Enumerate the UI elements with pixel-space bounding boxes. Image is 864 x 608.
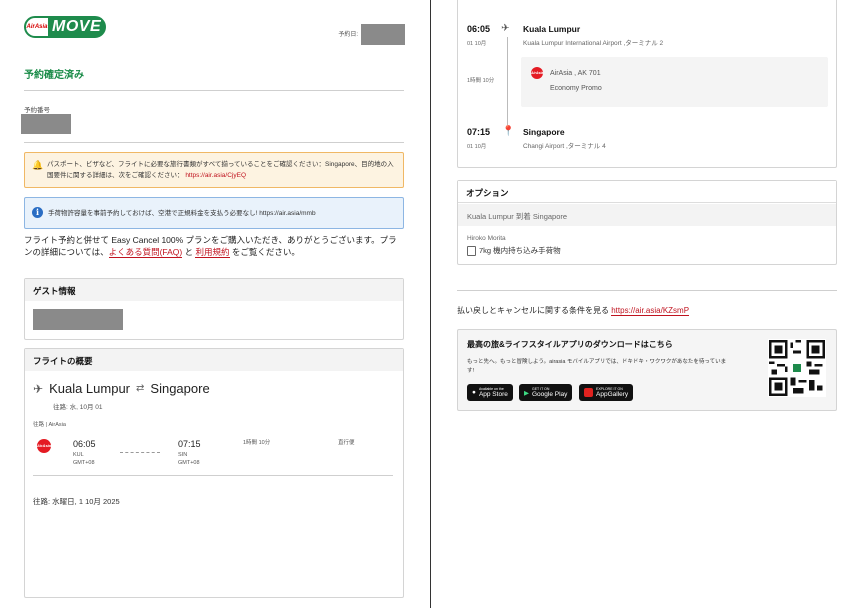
arrival-city: Singapore [523,127,565,137]
segment-duration: 1時間 10分 [467,78,495,84]
redacted-booking-date [361,24,405,45]
options-card: オプション Kuala Lumpur 到着 Singapore Hiroko M… [457,180,837,265]
right-page: 06:05 01 10月 ✈ Kuala Lumpur Kuala Lumpur… [457,0,837,608]
redacted-guest-name [33,309,123,330]
logo-move-text: MOVE [52,18,102,35]
info-text: 手荷物許容量を事前予約しておけば、空港で正規料金を支払う必要なし! https:… [48,210,316,217]
plane-icon: ✈ [33,381,44,396]
huawei-icon [584,388,593,397]
google-play-button[interactable]: ▶ GET IT ON Google Play [519,384,573,401]
location-pin-icon: 📍 [502,126,515,137]
arrival-date: 01 10月 [467,144,487,150]
arrival-airport: Changi Airport ,ターミナル 4 [523,143,606,150]
departure-time: 06:05 [73,439,96,449]
divider [24,142,404,143]
swap-arrows-icon: ⇄ [136,383,145,394]
easy-cancel-paragraph: フライト予約と併せて Easy Cancel 100% プランをご購入いただき、… [24,235,397,258]
travel-documents-warning: 🔔 パスポート、ビザなど、フライトに必要な旅行書類がすべて揃っていることをご確認… [24,152,404,188]
options-title: オプション [458,181,836,203]
departure-timezone: GMT+08 [73,460,95,466]
info-icon: i [32,207,43,218]
app-store-button[interactable]: ● Available on the App Store [467,384,513,401]
departure-time: 06:05 [467,24,491,34]
flight-duration: 1時間 10分 [243,440,271,446]
bell-icon: 🔔 [32,160,44,170]
google-play-icon: ▶ [524,389,529,397]
departure-city: Kuala Lumpur [523,24,581,34]
baggage-item: 7kg 機内持ち込み手荷物 [479,246,561,255]
apple-icon: ● [472,389,476,396]
arrival-time: 07:15 [467,127,491,137]
baggage-icon [467,245,476,256]
destination-city: Singapore [150,381,210,396]
app-qr-code [768,339,826,397]
faq-link[interactable]: よくある質問(FAQ) [108,247,183,258]
departure-airport: Kuala Lumpur International Airport ,ターミナ… [523,40,664,47]
entry-requirements-link[interactable]: https://air.asia/CjyEQ [185,172,246,179]
outbound-airline-label: 往路 | AirAsia [33,422,66,428]
options-route: Kuala Lumpur 到着 Singapore [458,204,836,226]
timeline-line [507,37,508,125]
app-download-description: もっと先へ。もっと冒険しよう。airasia モバイルアプリでは、ドキドキ・ワク… [467,359,727,374]
airasia-icon: AirAsia [531,67,543,79]
arrival-timezone: GMT+08 [178,460,200,466]
flight-summary-card: フライトの概要 ✈ Kuala Lumpur ⇄ Singapore 往路: 水… [24,348,404,598]
airasia-icon: AirAsia [37,439,51,453]
flight-number: AirAsia , AK 701 [550,70,601,77]
plane-icon: ✈ [501,23,510,34]
booking-confirmed-title: 予約確定済み [24,70,84,81]
logo-airasia-mark: AirAsia [26,18,48,36]
app-gallery-button[interactable]: EXPLORE IT ON AppGallery [579,384,634,401]
redacted-booking-number [21,114,71,134]
flight-summary-title: フライトの概要 [25,349,403,371]
refund-conditions: 払い戻しとキャンセルに関する条件を見る https://air.asia/KZs… [457,306,690,316]
baggage-info-notice: i 手荷物許容量を事前予約しておけば、空港で正規料金を支払う必要なし! http… [24,197,404,229]
passenger-name: Hiroko Morita [467,235,506,242]
booking-number-label: 予約番号 [24,107,50,114]
guest-info-card: ゲスト情報 [24,278,404,340]
divider [457,290,837,291]
page-divider [430,0,431,608]
origin-city: Kuala Lumpur [49,381,131,396]
departure-date: 01 10月 [467,41,487,47]
itinerary-card: 06:05 01 10月 ✈ Kuala Lumpur Kuala Lumpur… [457,0,837,168]
arrival-code: SIN [178,452,188,458]
outbound-date: 往路: 水, 10月 01 [53,404,103,411]
left-page: AirAsia MOVE 予約日: 予約確定済み 予約番号 🔔 パスポート、ビザ… [21,0,405,608]
divider [33,475,393,476]
fare-class: Economy Promo [550,85,602,92]
app-download-card: 最高の旅&ライフスタイルアプリのダウンロードはこちら もっと先へ。もっと冒険しよ… [457,329,837,411]
flight-segment-box: AirAsia AirAsia , AK 701 Economy Promo [521,57,828,107]
divider [24,90,404,91]
flight-type: 直行便 [338,440,355,446]
airasia-move-logo: AirAsia MOVE [24,16,106,38]
guest-info-title: ゲスト情報 [25,279,403,301]
flight-path-line [120,452,160,453]
arrival-time: 07:15 [178,439,201,449]
terms-link[interactable]: 利用規約 [195,247,230,258]
route-heading: ✈ Kuala Lumpur ⇄ Singapore [33,381,210,396]
outbound-full-date: 往路: 水曜日, 1 10月 2025 [33,497,120,506]
app-download-title: 最高の旅&ライフスタイルアプリのダウンロードはこちら [467,340,673,349]
booking-date-label: 予約日: [338,32,358,38]
departure-code: KUL [73,452,84,458]
refund-link[interactable]: https://air.asia/KZsmP [611,306,690,316]
